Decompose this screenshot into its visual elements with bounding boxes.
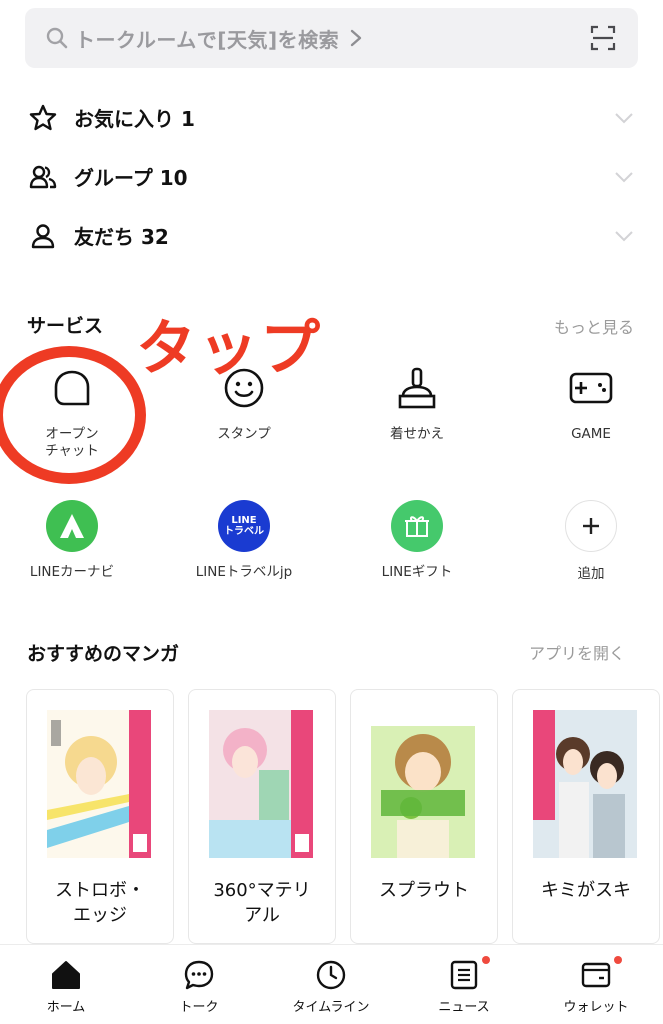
- manga-title: キミがスキ: [541, 880, 631, 901]
- tab-home[interactable]: ホーム: [0, 945, 132, 1024]
- service-line-travel-label: LINEトラベルjp: [195, 564, 293, 580]
- manga-card[interactable]: 360°マテリ アル: [188, 689, 336, 944]
- service-game[interactable]: GAME: [511, 360, 663, 460]
- row-favorites-label: お気に入り 1: [74, 107, 195, 131]
- manga-card[interactable]: ストロボ・ エッジ: [26, 689, 174, 944]
- manga-card[interactable]: スプラウト: [350, 689, 498, 944]
- tab-timeline[interactable]: タイムライン: [265, 945, 397, 1024]
- tab-wallet-label: ウォレット: [563, 1000, 629, 1015]
- manga-section-title: おすすめのマンガ: [27, 643, 180, 665]
- services-title: サービス: [27, 315, 104, 337]
- service-game-label: GAME: [571, 426, 611, 442]
- tab-talk-label: トーク: [179, 1000, 219, 1015]
- gamepad-icon: [569, 372, 613, 404]
- service-line-travel[interactable]: LINE トラベル LINEトラベルjp: [164, 500, 324, 586]
- brush-icon: [398, 367, 436, 409]
- manga-title: ストロボ・ エッジ: [55, 880, 145, 926]
- manga-cover: [533, 710, 637, 858]
- manga-title: スプラウト: [379, 880, 469, 901]
- chevron-down-icon[interactable]: [614, 229, 634, 243]
- chevron-right-icon: [350, 29, 362, 47]
- line-travel-icon: LINE トラベル: [218, 500, 270, 552]
- tab-home-label: ホーム: [46, 1000, 86, 1015]
- row-groups[interactable]: グループ 10: [0, 147, 663, 206]
- manga-cover: [371, 710, 475, 858]
- service-line-gift[interactable]: LINEギフト: [337, 500, 497, 586]
- line-car-navi-icon: [46, 500, 98, 552]
- manga-open-app-link[interactable]: アプリを開く: [529, 640, 625, 664]
- row-friends-label: 友だち 32: [74, 225, 169, 249]
- search-query: トークルームで[天気]を検索: [75, 27, 340, 52]
- manga-title: 360°マテリ アル: [213, 880, 311, 926]
- tab-wallet[interactable]: ウォレット: [530, 945, 662, 1024]
- service-theme-label: 着せかえ: [390, 426, 444, 442]
- service-line-car-navi-label: LINEカーナビ: [29, 564, 115, 580]
- home-icon: [52, 961, 80, 989]
- row-favorites[interactable]: お気に入り 1: [0, 88, 663, 147]
- bottom-nav: ホーム トーク タイムライン ニュース ウォレット: [0, 944, 663, 1024]
- row-groups-label: グループ 10: [74, 166, 188, 190]
- manga-card[interactable]: キミがスキ: [512, 689, 660, 944]
- wallet-badge: [614, 956, 622, 964]
- service-add-label: 追加: [577, 566, 605, 582]
- service-line-car-navi[interactable]: LINEカーナビ: [0, 500, 152, 586]
- annotation-tap-text: タップ: [136, 314, 322, 384]
- group-icon: [29, 165, 57, 188]
- tab-news[interactable]: ニュース: [398, 945, 530, 1024]
- search-bar[interactable]: トークルームで[天気]を検索: [25, 8, 638, 68]
- annotation-circle: [0, 346, 146, 484]
- tab-news-label: ニュース: [438, 1000, 490, 1015]
- chevron-down-icon[interactable]: [614, 111, 634, 125]
- chat-bubble-icon: [184, 960, 214, 990]
- qr-scan-icon[interactable]: [590, 25, 616, 51]
- row-friends[interactable]: 友だち 32: [0, 206, 663, 265]
- search-icon: [46, 27, 68, 49]
- gift-icon: [391, 500, 443, 552]
- news-icon: [450, 960, 478, 990]
- wallet-icon: [581, 962, 611, 988]
- services-more-link[interactable]: もっと見る: [554, 314, 634, 338]
- chevron-down-icon[interactable]: [614, 170, 634, 184]
- tab-timeline-label: タイムライン: [292, 1000, 370, 1015]
- service-stamp-label: スタンプ: [217, 426, 271, 442]
- service-add[interactable]: 追加: [511, 500, 663, 586]
- person-icon: [31, 223, 55, 248]
- manga-cover: [209, 710, 313, 858]
- news-badge: [482, 956, 490, 964]
- plus-icon: [565, 500, 617, 552]
- clock-icon: [316, 960, 346, 990]
- service-theme[interactable]: 着せかえ: [337, 360, 497, 460]
- service-line-gift-label: LINEギフト: [381, 564, 453, 580]
- star-icon: [29, 104, 57, 130]
- manga-cover: [47, 710, 151, 858]
- tab-talk[interactable]: トーク: [133, 945, 265, 1024]
